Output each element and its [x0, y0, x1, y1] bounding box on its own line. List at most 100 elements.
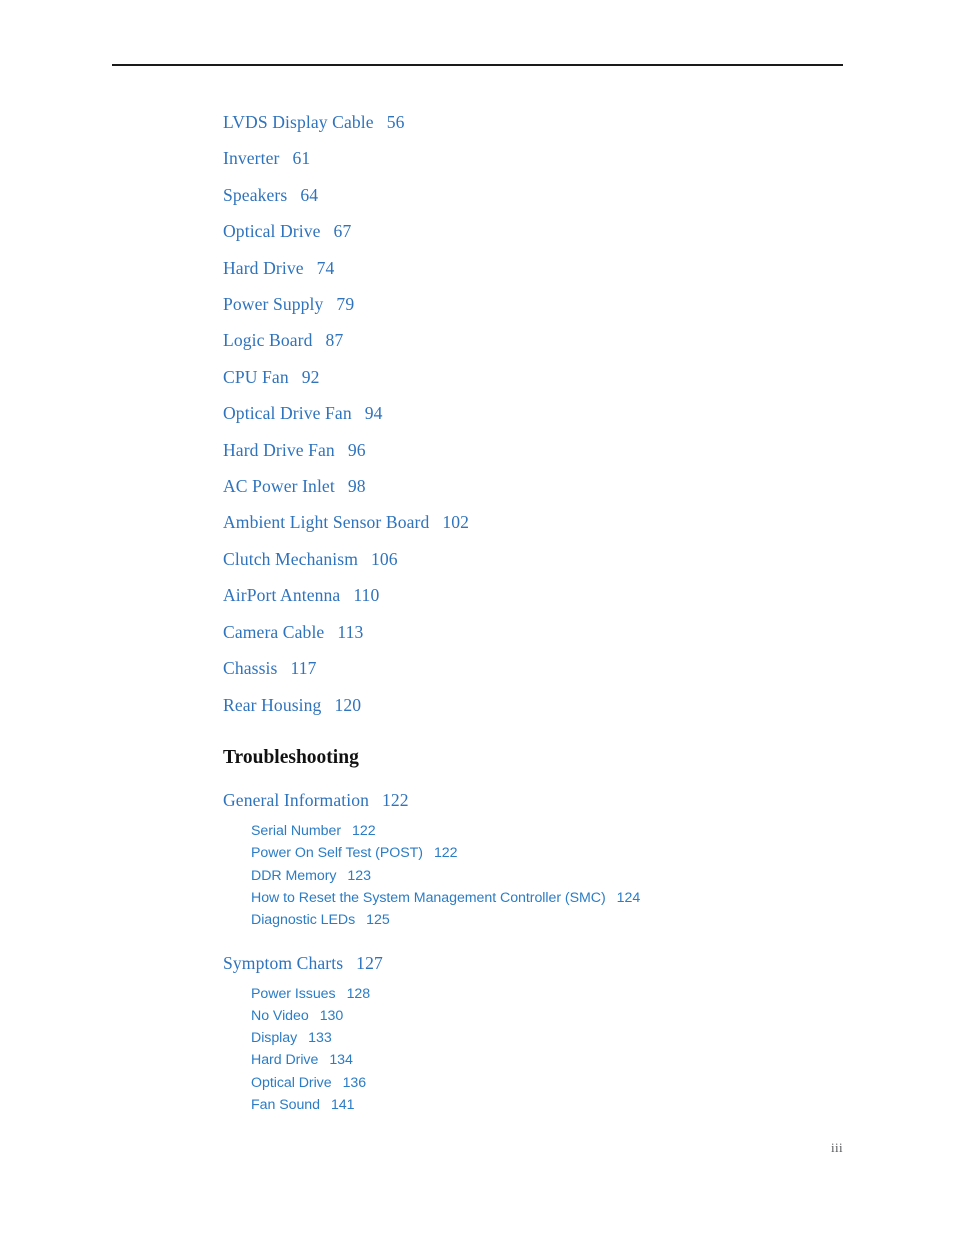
toc-entry-label: Rear Housing [223, 694, 322, 715]
toc-sub-entry[interactable]: No Video 130 [251, 1005, 923, 1027]
toc-sub-entry-label: Power Issues [251, 986, 336, 1003]
toc-entry-label: Power Supply [223, 294, 324, 315]
toc-sub-entry[interactable]: Fan Sound 141 [251, 1094, 923, 1116]
toc-entry-page-number: 113 [337, 621, 364, 642]
toc-entry[interactable]: Logic Board 87 [223, 322, 923, 358]
toc-entry[interactable]: Inverter 61 [223, 140, 923, 176]
toc-sub-entry-page-number: 122 [352, 823, 376, 840]
toc-entry[interactable]: Optical Drive 67 [223, 213, 923, 249]
toc-sub-entry[interactable]: Power On Self Test (POST) 122 [251, 842, 923, 864]
toc-entry-label: LVDS Display Cable [223, 112, 374, 132]
toc-sub-entry[interactable]: Serial Number 122 [251, 820, 923, 842]
toc-entry-page-number: 110 [353, 585, 380, 606]
toc-sub-entry-label: Display [251, 1030, 298, 1047]
toc-top-entry-list: LVDS Display Cable 56 Inverter 61 Speakers 64… [223, 104, 923, 723]
toc-entry[interactable]: Symptom Charts 127 [223, 945, 923, 981]
toc-entry-page-number: 67 [333, 221, 352, 242]
toc-entry-label: Ambient Light Sensor Board [223, 512, 430, 533]
toc-entry-label: Speakers [223, 184, 288, 205]
toc-entry-page-number: 79 [336, 294, 355, 315]
toc-section-group-list: General Information 122 Serial Number 122 Po… [223, 782, 923, 1116]
toc-entry-label: Symptom Charts [223, 952, 344, 973]
toc-sub-entry[interactable]: Diagnostic LEDs 125 [251, 909, 923, 931]
toc-entry[interactable]: Hard Drive 74 [223, 250, 923, 286]
toc-page: LVDS Display Cable 56 Inverter 61 Speakers 64… [0, 0, 954, 1235]
section-heading-troubleshooting: Troubleshooting [223, 746, 359, 768]
toc-entry-label: Clutch Mechanism [223, 548, 358, 569]
toc-sub-entry[interactable]: Optical Drive 136 [251, 1072, 923, 1094]
toc-entry-page-number: 94 [364, 403, 383, 424]
toc-entry[interactable]: AC Power Inlet 98 [223, 468, 923, 504]
toc-sub-entry-label: Serial Number [251, 823, 342, 840]
page-folio: iii [830, 1140, 843, 1155]
toc-entry[interactable]: Rear Housing 120 [223, 687, 923, 723]
toc-sub-entry-label: Optical Drive [251, 1074, 332, 1091]
toc-sub-entry-label: Power On Self Test (POST) [251, 845, 423, 862]
toc-entry-page-number: 122 [382, 789, 409, 810]
toc-entry-label: Chassis [223, 658, 278, 679]
toc-entry[interactable]: Hard Drive Fan 96 [223, 432, 923, 468]
toc-group: General Information 122 Serial Number 122 Po… [223, 782, 923, 931]
toc-entry-page-number: 92 [301, 366, 320, 387]
toc-entry-page-number: 120 [334, 694, 362, 715]
toc-entry[interactable]: Optical Drive Fan 94 [223, 395, 923, 431]
toc-entry[interactable]: AirPort Antenna 110 [223, 577, 923, 613]
toc-entry-label: AirPort Antenna [223, 585, 341, 606]
toc-sub-entry[interactable]: Power Issues 128 [251, 983, 923, 1005]
toc-entry-label: Hard Drive Fan [223, 439, 335, 460]
toc-entry[interactable]: CPU Fan 92 [223, 359, 923, 395]
toc-entry[interactable]: General Information 122 [223, 782, 923, 818]
toc-entry-page-number: 61 [292, 148, 311, 169]
toc-entry[interactable]: LVDS Display Cable 56 [223, 104, 923, 140]
toc-sub-entry-page-number: 130 [319, 1008, 344, 1025]
toc-sub-entry-label: Diagnostic LEDs [251, 911, 356, 928]
toc-sub-entry-label: No Video [251, 1008, 309, 1025]
toc-sub-entry-page-number: 124 [616, 889, 641, 906]
toc-entry-label: Optical Drive [223, 221, 321, 242]
toc-entry[interactable]: Speakers 64 [223, 177, 923, 213]
toc-entry[interactable]: Ambient Light Sensor Board 102 [223, 504, 923, 540]
toc-sub-entry-page-number: 136 [342, 1074, 367, 1091]
toc-entry-label: Optical Drive Fan [223, 403, 352, 424]
toc-sub-entry-list: Power Issues 128 No Video 130 Display 133 Hard… [223, 983, 923, 1116]
header-rule [112, 64, 843, 66]
toc-sub-entry-page-number: 134 [329, 1052, 353, 1069]
toc-entry-page-number: 87 [325, 330, 344, 351]
toc-entry-page-number: 117 [290, 658, 317, 679]
toc-entry-page-number: 106 [371, 548, 398, 569]
toc-entry-page-number: 74 [316, 257, 335, 278]
toc-entry-label: Inverter [223, 148, 280, 169]
toc-entry[interactable]: Camera Cable 113 [223, 614, 923, 650]
toc-entry[interactable]: Chassis 117 [223, 650, 923, 686]
toc-entry-label: CPU Fan [223, 366, 289, 387]
toc-entry-label: Logic Board [223, 330, 313, 351]
toc-sub-entry-label: Fan Sound [251, 1096, 320, 1113]
toc-sub-entry-label: How to Reset the System Management Contr… [251, 889, 606, 906]
toc-entry-label: Hard Drive [223, 257, 304, 278]
toc-sub-entry[interactable]: Hard Drive 134 [251, 1049, 923, 1071]
toc-sub-entry-label: Hard Drive [251, 1052, 319, 1069]
toc-sub-entry[interactable]: Display 133 [251, 1027, 923, 1049]
toc-entry-label: AC Power Inlet [223, 476, 335, 497]
table-of-contents: LVDS Display Cable 56 Inverter 61 Speakers 64… [223, 104, 923, 1116]
toc-entry-label: Camera Cable [223, 621, 325, 642]
toc-entry[interactable]: Clutch Mechanism 106 [223, 541, 923, 577]
toc-entry-page-number: 98 [347, 476, 366, 497]
toc-sub-entry-page-number: 133 [308, 1030, 332, 1047]
toc-sub-entry-list: Serial Number 122 Power On Self Test (POST… [223, 820, 923, 930]
toc-entry-page-number: 96 [347, 439, 366, 460]
toc-entry-page-number: 102 [442, 512, 470, 533]
toc-entry-page-number: 56 [386, 112, 405, 132]
toc-sub-entry-page-number: 125 [366, 911, 390, 928]
toc-sub-entry-page-number: 128 [346, 986, 371, 1003]
toc-sub-entry-page-number: 141 [330, 1096, 355, 1113]
toc-sub-entry[interactable]: DDR Memory 123 [251, 865, 923, 887]
toc-entry[interactable]: Power Supply 79 [223, 286, 923, 322]
toc-sub-entry[interactable]: How to Reset the System Management Contr… [251, 887, 923, 909]
toc-sub-entry-label: DDR Memory [251, 867, 337, 884]
toc-entry-page-number: 64 [300, 184, 319, 205]
toc-entry-page-number: 127 [356, 952, 383, 973]
toc-entry-label: General Information [223, 789, 370, 810]
toc-sub-entry-page-number: 123 [347, 867, 371, 884]
toc-group: Symptom Charts 127 Power Issues 128 No Video… [223, 945, 923, 1116]
